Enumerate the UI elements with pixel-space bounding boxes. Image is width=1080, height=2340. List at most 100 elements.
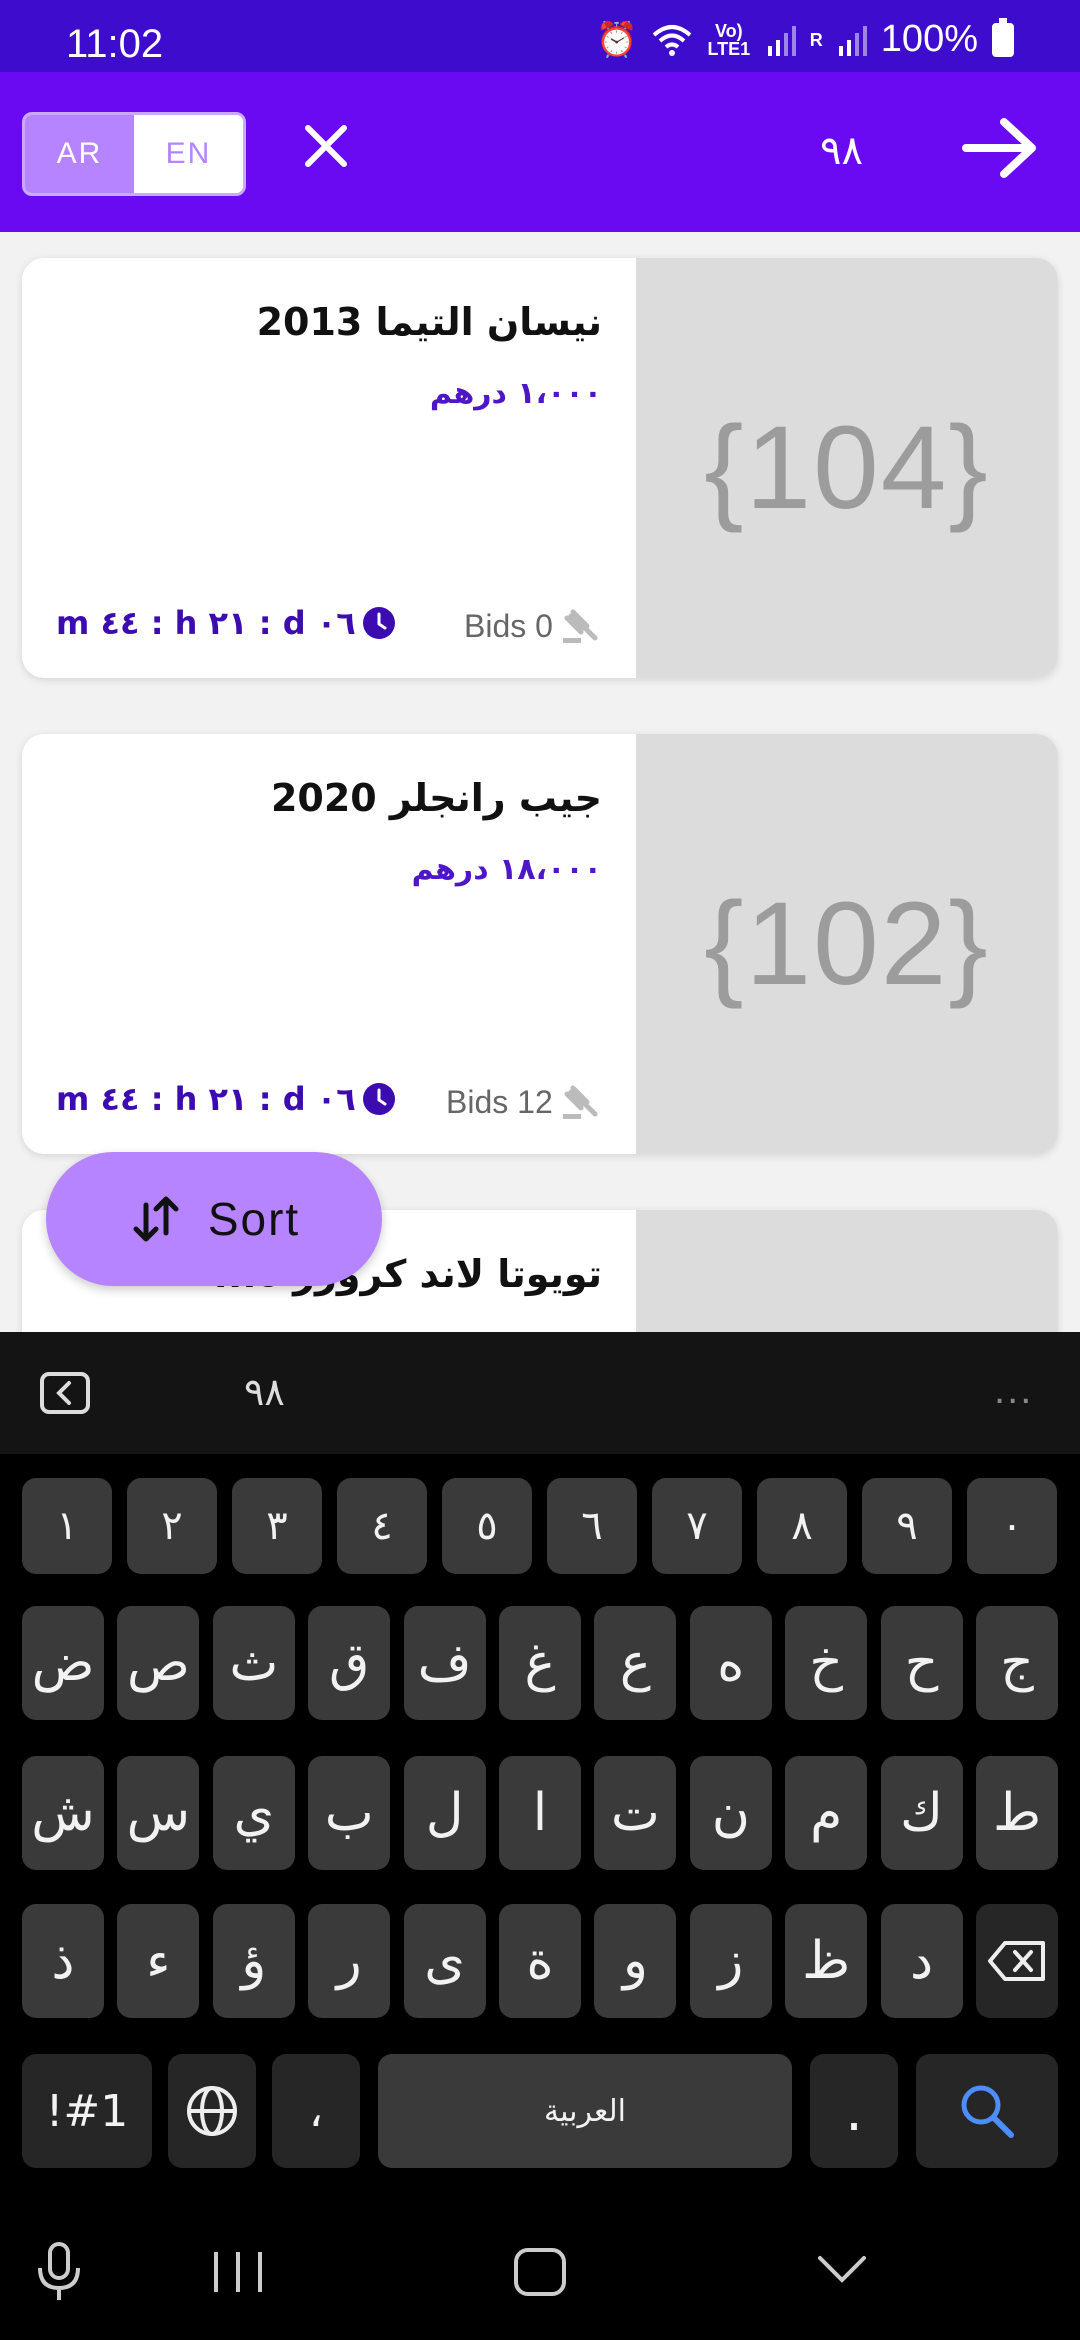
backspace-key[interactable] (976, 1904, 1058, 2018)
listing-image: {102} (636, 734, 1058, 1154)
key[interactable]: ٨ (757, 1478, 847, 1574)
alarm-icon: ⏰ (595, 20, 638, 59)
backspace-icon (988, 1941, 1045, 1981)
comma-key[interactable]: ، (272, 2054, 360, 2168)
key[interactable]: ص (117, 1606, 200, 1720)
key[interactable]: غ (499, 1606, 581, 1720)
gavel-icon (562, 1085, 598, 1119)
key[interactable]: ك (880, 1756, 963, 1870)
gavel-icon (562, 609, 598, 643)
clock-icon (362, 607, 395, 639)
key[interactable]: ي (212, 1756, 295, 1870)
recent-apps-icon[interactable] (210, 2250, 266, 2294)
clock-icon (362, 1083, 395, 1115)
listing-bids: Bids 0 (464, 606, 599, 646)
key[interactable]: خ (785, 1606, 868, 1720)
key[interactable]: ج (976, 1606, 1058, 1720)
key[interactable]: ز (689, 1904, 772, 2018)
lang-ar-button[interactable]: AR (25, 115, 134, 193)
close-icon[interactable] (298, 118, 354, 174)
key[interactable]: ض (22, 1606, 104, 1720)
listing-price: ١،٠٠٠ درهم (429, 376, 602, 411)
key[interactable]: ٣ (232, 1478, 322, 1574)
key[interactable]: ث (212, 1606, 295, 1720)
key[interactable]: و (594, 1904, 677, 2018)
key[interactable]: ح (880, 1606, 963, 1720)
key[interactable]: س (117, 1756, 200, 1870)
listing-image: {104} (636, 258, 1058, 678)
key[interactable]: ٥ (442, 1478, 532, 1574)
key[interactable]: د (880, 1904, 963, 2018)
listing-card[interactable]: {102} جيب رانجلر 2020 ١٨،٠٠٠ درهم m ٤٤ :… (22, 734, 1058, 1154)
key[interactable]: ب (308, 1756, 391, 1870)
listing-image (636, 1210, 1058, 1332)
key[interactable]: ١ (22, 1478, 112, 1574)
key[interactable]: ظ (785, 1904, 868, 2018)
keyboard-toolbar: ٩٨ ... (0, 1332, 1080, 1454)
search-key[interactable] (916, 2054, 1058, 2168)
key[interactable]: ٧ (652, 1478, 742, 1574)
sort-button[interactable]: Sort (46, 1152, 382, 1286)
roaming-label: R (809, 29, 823, 50)
wifi-icon (652, 24, 692, 56)
battery-percent: 100% (880, 18, 978, 60)
app-bar: AR EN ٩٨ (0, 72, 1080, 232)
key[interactable]: ت (594, 1756, 677, 1870)
key[interactable]: ع (594, 1606, 677, 1720)
key[interactable]: ن (689, 1756, 772, 1870)
search-icon (961, 2085, 1014, 2138)
key[interactable]: ق (308, 1606, 391, 1720)
key[interactable]: ه (689, 1606, 772, 1720)
listing-card[interactable]: {104} نيسان التيما 2013 ١،٠٠٠ درهم m ٤٤ … (22, 258, 1058, 678)
microphone-icon[interactable] (36, 2242, 82, 2302)
home-icon[interactable] (512, 2246, 568, 2298)
listing-title: نيسان التيما 2013 (256, 300, 602, 344)
lang-en-button[interactable]: EN (134, 115, 243, 193)
keyboard: ٩٨ ... ١٢٣٤٥٦٧٨٩٠ ضصثقفغعهخحج شسيبلاتنمكط ذ… (0, 1332, 1080, 2340)
listing-timer: m ٤٤ : h ٢١ : d ٠٦ (56, 604, 396, 642)
symbols-key[interactable]: !#1 (22, 2054, 152, 2168)
language-toggle: AR EN (22, 112, 246, 196)
key[interactable]: ى (403, 1904, 486, 2018)
key[interactable]: ٢ (127, 1478, 217, 1574)
keyboard-hide-icon[interactable] (816, 2254, 868, 2286)
status-bar: 11:02 ⏰ Vo) LTE1 R 100% (0, 0, 1080, 72)
key[interactable]: ف (403, 1606, 486, 1720)
listing-timer: m ٤٤ : h ٢١ : d ٠٦ (56, 1080, 396, 1118)
key[interactable]: ٠ (967, 1478, 1057, 1574)
timer-text: m ٤٤ : h ٢١ : d ٠٦ (56, 1080, 356, 1118)
key[interactable]: م (785, 1756, 868, 1870)
keyboard-more-icon[interactable]: ... (994, 1368, 1033, 1413)
key[interactable]: ء (117, 1904, 200, 2018)
listing-bids: Bids 12 (446, 1082, 599, 1122)
globe-key[interactable] (168, 2054, 256, 2168)
listing-title: جيب رانجلر 2020 (270, 776, 602, 820)
keyboard-suggestion[interactable]: ٩٨ (244, 1370, 285, 1415)
globe-icon (187, 2086, 237, 2136)
key[interactable]: ة (499, 1904, 581, 2018)
key[interactable]: ر (308, 1904, 391, 2018)
period-key[interactable]: . (810, 2054, 898, 2168)
key[interactable]: ا (499, 1756, 581, 1870)
sort-icon (133, 1196, 179, 1242)
key[interactable]: ٩ (862, 1478, 952, 1574)
status-icons: ⏰ Vo) LTE1 R 100% (595, 17, 1014, 61)
space-key[interactable]: العربية (378, 2054, 792, 2168)
sort-label: Sort (207, 1193, 301, 1245)
key[interactable]: ؤ (212, 1904, 295, 2018)
key[interactable]: ٤ (337, 1478, 427, 1574)
volte-label: Vo) LTE1 (707, 20, 751, 59)
key[interactable]: ل (403, 1756, 486, 1870)
search-input[interactable]: ٩٨ (820, 128, 863, 174)
timer-text: m ٤٤ : h ٢١ : d ٠٦ (56, 604, 356, 642)
bids-text: Bids 12 (446, 1083, 553, 1120)
key[interactable]: ٦ (547, 1478, 637, 1574)
key[interactable]: ذ (22, 1904, 104, 2018)
key[interactable]: ط (976, 1756, 1058, 1870)
arrow-right-icon[interactable] (960, 116, 1040, 180)
signal-icon (767, 25, 796, 56)
signal-icon-2 (838, 25, 867, 56)
keyboard-collapse-icon[interactable] (40, 1372, 90, 1414)
battery-icon (992, 17, 1014, 57)
key[interactable]: ش (22, 1756, 104, 1870)
